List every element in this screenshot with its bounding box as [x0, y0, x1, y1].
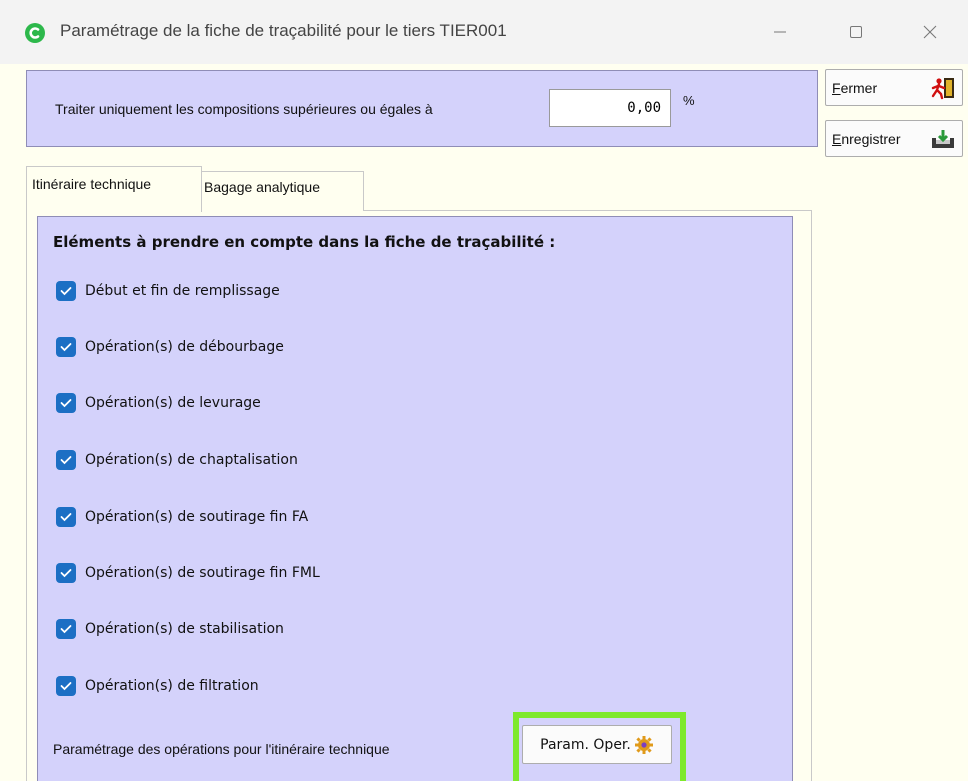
checkbox-checked-icon[interactable]: [56, 563, 76, 583]
app-logo-icon: [25, 23, 45, 43]
checkbox-checked-icon[interactable]: [56, 450, 76, 470]
panel-heading: Eléments à prendre en compte dans la fic…: [53, 233, 556, 251]
threshold-unit: %: [683, 93, 695, 108]
checkbox-row-soutirage-fa[interactable]: Opération(s) de soutirage fin FA: [56, 507, 308, 527]
fermer-button[interactable]: Fermer: [825, 69, 963, 106]
title-bar: Paramétrage de la fiche de traçabilité p…: [0, 0, 968, 64]
checkbox-row-soutirage-fml[interactable]: Opération(s) de soutirage fin FML: [56, 563, 320, 583]
threshold-label: Traiter uniquement les compositions supé…: [55, 101, 433, 117]
enregistrer-button-label: Enregistrer: [832, 130, 901, 147]
close-window-button[interactable]: [910, 16, 950, 48]
checkbox-row-levurage[interactable]: Opération(s) de levurage: [56, 393, 261, 413]
checkbox-label: Opération(s) de stabilisation: [85, 621, 284, 637]
checkbox-checked-icon[interactable]: [56, 393, 76, 413]
tab-itineraire-technique[interactable]: Itinéraire technique: [26, 166, 202, 212]
checkbox-row-filtration[interactable]: Opération(s) de filtration: [56, 676, 259, 696]
threshold-panel: Traiter uniquement les compositions supé…: [26, 70, 818, 147]
fermer-button-label: Fermer: [832, 79, 878, 96]
checkbox-row-stabilisation[interactable]: Opération(s) de stabilisation: [56, 619, 284, 639]
checkbox-checked-icon[interactable]: [56, 507, 76, 527]
checkbox-label: Opération(s) de chaptalisation: [85, 452, 298, 468]
enregistrer-button[interactable]: Enregistrer: [825, 120, 963, 157]
checkbox-label: Début et fin de remplissage: [85, 283, 280, 299]
checkbox-label: Opération(s) de débourbage: [85, 339, 284, 355]
checkbox-checked-icon[interactable]: [56, 337, 76, 357]
checkbox-label: Opération(s) de levurage: [85, 395, 261, 411]
checkbox-label: Opération(s) de soutirage fin FML: [85, 565, 320, 581]
save-tray-icon: [932, 129, 954, 148]
maximize-button[interactable]: [836, 16, 876, 48]
threshold-input[interactable]: 0,00: [549, 89, 671, 127]
checkbox-label: Opération(s) de soutirage fin FA: [85, 509, 309, 525]
minimize-button[interactable]: [760, 16, 800, 48]
window-title: Paramétrage de la fiche de traçabilité p…: [60, 21, 507, 40]
checkbox-row-chaptalisation[interactable]: Opération(s) de chaptalisation: [56, 450, 298, 470]
checkbox-checked-icon[interactable]: [56, 281, 76, 301]
gear-icon: [634, 735, 653, 754]
param-oper-button-label: Param. Oper.: [540, 736, 631, 753]
elements-panel: Eléments à prendre en compte dans la fic…: [37, 216, 793, 781]
maximize-icon: [850, 26, 862, 38]
checkbox-checked-icon[interactable]: [56, 676, 76, 696]
minimize-icon: [774, 31, 786, 33]
checkbox-label: Opération(s) de filtration: [85, 678, 259, 694]
param-operations-label: Paramétrage des opérations pour l'itinér…: [53, 741, 390, 757]
checkbox-row-debourbage[interactable]: Opération(s) de débourbage: [56, 337, 284, 357]
close-icon: [923, 25, 937, 39]
tab-bagage-analytique[interactable]: Bagage analytique: [200, 171, 364, 211]
exit-door-icon: [931, 77, 954, 99]
param-oper-button[interactable]: Param. Oper.: [522, 725, 672, 764]
checkbox-checked-icon[interactable]: [56, 619, 76, 639]
checkbox-row-remplissage[interactable]: Début et fin de remplissage: [56, 281, 280, 301]
